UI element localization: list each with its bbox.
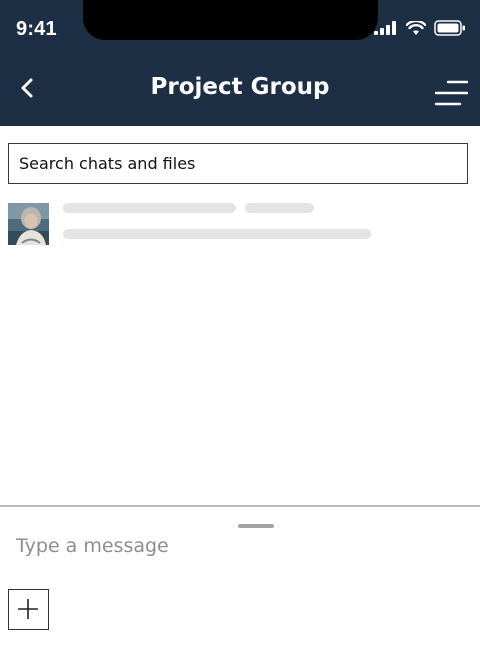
- search-input[interactable]: [8, 143, 468, 184]
- avatar: [8, 203, 49, 245]
- message-input[interactable]: [8, 529, 448, 563]
- app-header: 9:41 Project Group: [0, 0, 480, 126]
- loading-placeholder-name: [63, 203, 236, 213]
- plus-icon: [18, 599, 38, 619]
- status-icons: [374, 20, 466, 36]
- menu-icon: [434, 80, 469, 106]
- device-notch: [83, 0, 378, 40]
- battery-icon: [434, 20, 465, 36]
- drag-handle[interactable]: [238, 524, 274, 528]
- loading-placeholder-meta: [245, 203, 314, 213]
- list-item[interactable]: [8, 203, 472, 247]
- wifi-icon: [406, 20, 426, 35]
- page-title: Project Group: [150, 74, 330, 100]
- message-composer: [0, 505, 480, 646]
- add-attachment-button[interactable]: [8, 589, 49, 630]
- loading-placeholder-preview: [63, 229, 371, 239]
- menu-button[interactable]: [434, 78, 469, 108]
- signal-icon: [374, 21, 396, 35]
- status-time: 9:41: [16, 18, 57, 40]
